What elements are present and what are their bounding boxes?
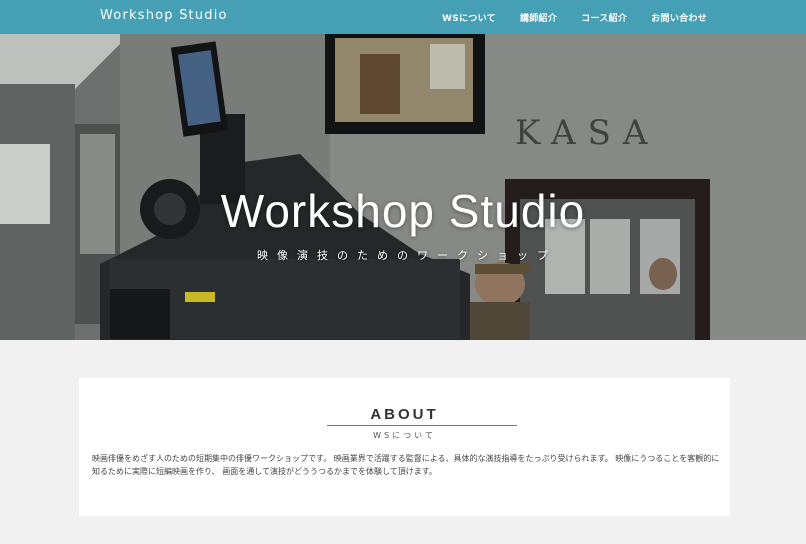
site-brand-link[interactable]: Workshop Studio: [100, 0, 228, 34]
hero-banner: KASA Workshop Studio 映像演技のためのワークショップ: [0, 34, 806, 340]
nav-item-about[interactable]: WSについて: [442, 11, 496, 24]
hero-subtitle: 映像演技のためのワークショップ: [257, 249, 557, 262]
nav-item-contact[interactable]: お問い合わせ: [651, 11, 707, 24]
nav-item-courses[interactable]: コース紹介: [581, 11, 627, 24]
about-subheading: WSについて: [373, 431, 436, 440]
nav-item-instructors[interactable]: 講師紹介: [520, 11, 557, 24]
about-section: ABOUT WSについて 映画俳優をめざす人のための短期集中の俳優ワークショップ…: [79, 378, 730, 516]
about-body-text: 映画俳優をめざす人のための短期集中の俳優ワークショップです。 映画業界で活躍する…: [92, 454, 720, 476]
hero-title: Workshop Studio: [220, 185, 586, 237]
main-nav: WSについて 講師紹介 コース紹介 お問い合わせ: [442, 0, 731, 34]
about-divider: [327, 425, 517, 426]
about-heading: ABOUT: [370, 406, 439, 423]
top-navigation-bar: Workshop Studio WSについて 講師紹介 コース紹介 お問い合わせ: [0, 0, 806, 34]
